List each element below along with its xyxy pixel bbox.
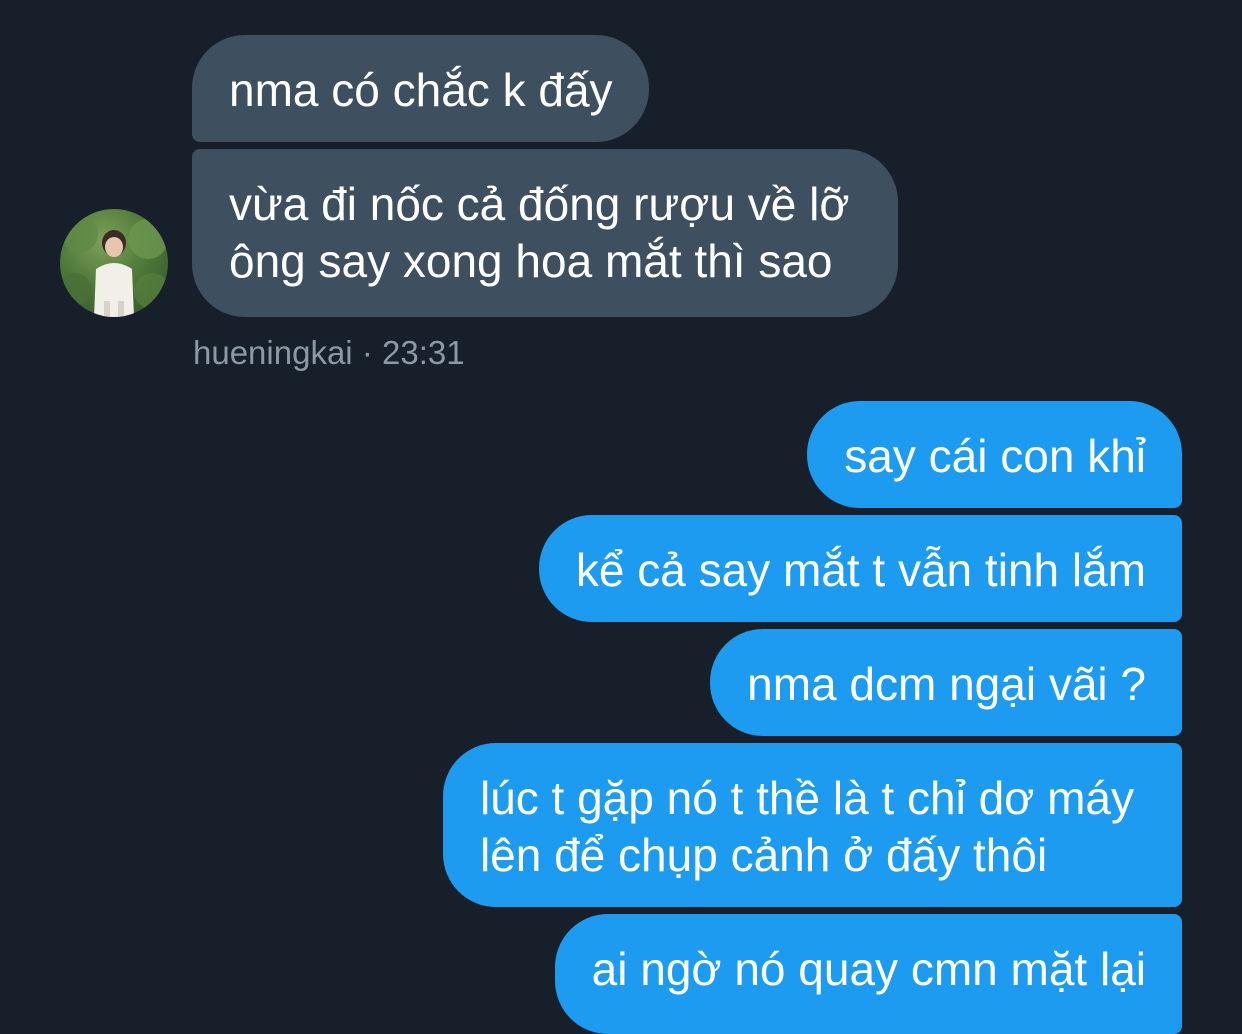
message-text: kể cả say mắt t vẫn tinh lắm bbox=[575, 544, 1146, 596]
profile-photo-icon bbox=[60, 216, 168, 317]
message-text-line: vừa đi nốc cả đống rượu về lỡ bbox=[229, 178, 850, 230]
message-thread: nma có chắc k đấy vừa đi nốc cả đống rượ… bbox=[0, 0, 1242, 1034]
incoming-message[interactable]: nma có chắc k đấy bbox=[192, 35, 649, 142]
meta-separator: · bbox=[361, 334, 373, 371]
avatar[interactable] bbox=[60, 209, 168, 317]
outgoing-message[interactable]: say cái con khỉ bbox=[807, 401, 1182, 508]
outgoing-message[interactable]: lúc t gặp nó t thề là t chỉ dơ máy lên đ… bbox=[442, 743, 1182, 907]
outgoing-message[interactable]: kể cả say mắt t vẫn tinh lắm bbox=[538, 515, 1182, 622]
message-text: nma có chắc k đấy bbox=[229, 64, 613, 116]
message-text: ai ngờ nó quay cmn mặt lại bbox=[591, 943, 1146, 995]
sender-name[interactable]: hueningkai bbox=[193, 334, 353, 371]
message-text-line: lên để chụp cảnh ở đấy thôi bbox=[479, 829, 1048, 881]
message-text: nma dcm ngại vãi ? bbox=[747, 658, 1146, 710]
message-meta: hueningkai · 23:31 bbox=[193, 333, 465, 373]
message-text: say cái con khỉ bbox=[844, 430, 1146, 482]
outgoing-message[interactable]: ai ngờ nó quay cmn mặt lại bbox=[554, 914, 1182, 1034]
message-text-line: ông say xong hoa mắt thì sao bbox=[229, 235, 833, 287]
message-text-line: lúc t gặp nó t thề là t chỉ dơ máy bbox=[479, 772, 1134, 824]
message-timestamp: 23:31 bbox=[381, 334, 465, 371]
outgoing-message[interactable]: nma dcm ngại vãi ? bbox=[710, 629, 1182, 736]
incoming-message[interactable]: vừa đi nốc cả đống rượu về lỡ ông say xo… bbox=[192, 149, 898, 317]
